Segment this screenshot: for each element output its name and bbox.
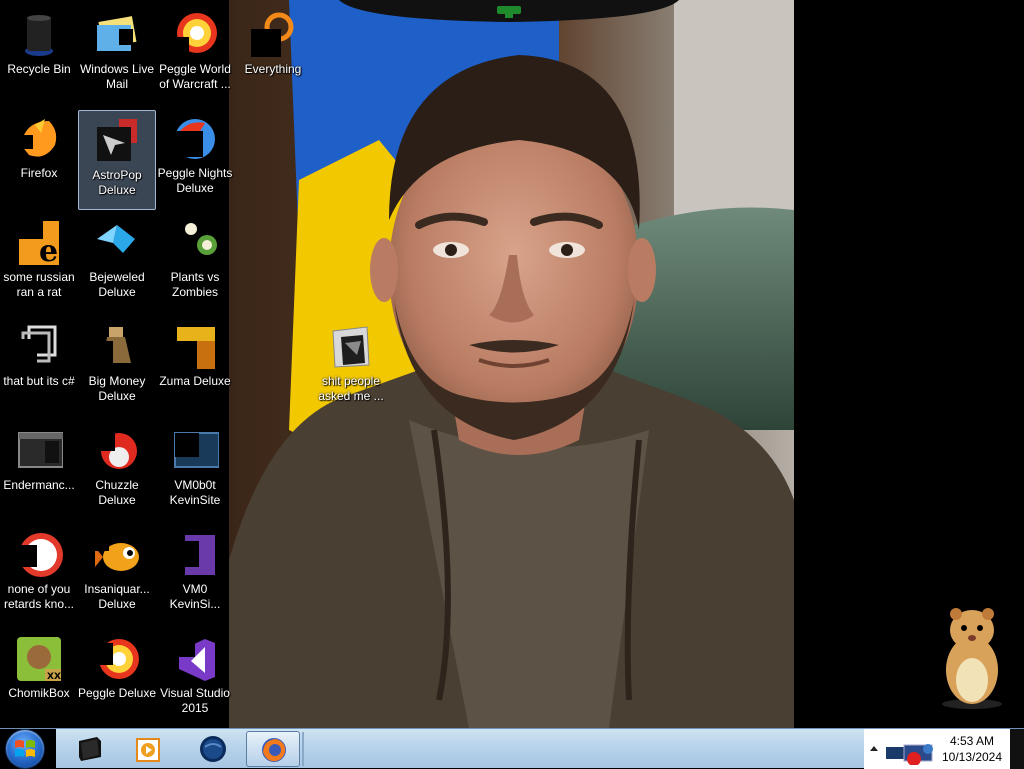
vm0b0t-kevinsite-icon (171, 427, 219, 475)
astropop-deluxe-icon (93, 117, 141, 165)
java-file-icon: e (15, 219, 63, 267)
desktop-icon-plants-vs-zombies[interactable]: Plants vs Zombies (156, 212, 234, 312)
recycle-bin-icon (15, 11, 63, 59)
svg-text:e: e (39, 234, 58, 267)
insaniquarium-deluxe-icon (93, 531, 141, 579)
firefox-icon (262, 738, 286, 762)
vm0-kevinsite-icon (171, 531, 219, 579)
icon-label: AstroPop Deluxe (92, 168, 142, 197)
shortcut-file-icon (15, 323, 63, 371)
desktop-icon-chomikbox[interactable]: XX ChomikBox (0, 628, 78, 728)
desktop-icon-windows-live-mail[interactable]: Windows Live Mail (78, 4, 156, 104)
icon-label: Recycle Bin (7, 62, 71, 76)
show-desktop-button[interactable] (1010, 729, 1024, 769)
desktop-icon-vm0-kevinsite[interactable]: VM0 KevinSi... (156, 524, 234, 624)
icon-label: that but its c# (3, 374, 75, 388)
icon-label: VM0b0t KevinSite (169, 478, 221, 507)
icon-label: Everything (244, 62, 302, 76)
none-of-you-app-icon (15, 531, 63, 579)
icon-label: Chuzzle Deluxe (95, 478, 139, 507)
taskbar-button-windows-media-player[interactable] (122, 731, 176, 767)
icon-label: Peggle Nights Deluxe (157, 166, 233, 195)
desktop-icon-none-of-you[interactable]: none of you retards kno... (0, 524, 78, 624)
icon-label: none of you retards kno... (3, 582, 75, 611)
icon-label: Peggle World of Warcraft ... (159, 62, 231, 91)
peggle-nights-deluxe-icon (171, 115, 219, 163)
icon-label: VM0 KevinSi... (169, 582, 221, 611)
command-prompt-icon (79, 737, 101, 761)
visual-studio-2015-icon (171, 635, 219, 683)
top-gadget-bar (339, 0, 679, 22)
svg-text:XX: XX (47, 672, 61, 682)
chuzzle-deluxe-icon (93, 427, 141, 475)
desktop-icon-visual-studio-2015[interactable]: Visual Studio 2015 (156, 628, 234, 728)
desktop-icon-endermanch[interactable]: Endermanc... (0, 420, 78, 520)
icon-label: Insaniquar... Deluxe (84, 582, 150, 611)
icon-label: Firefox (20, 166, 58, 180)
icon-label: Zuma Deluxe (159, 374, 231, 388)
desktop-icon-insaniquarium-deluxe[interactable]: Insaniquar... Deluxe (78, 524, 156, 624)
icon-label: Big Money Deluxe (88, 374, 146, 403)
desktop-icon-peggle-world-of-warcraft[interactable]: Peggle World of Warcraft ... (156, 4, 234, 104)
show-hidden-icons-arrow-icon[interactable] (868, 743, 880, 755)
folder-icon (327, 323, 375, 371)
icon-label: ChomikBox (8, 686, 70, 700)
desktop-icon-peggle-nights-deluxe[interactable]: Peggle Nights Deluxe (156, 108, 234, 208)
desktop-icon-zuma-deluxe[interactable]: Zuma Deluxe (156, 316, 234, 416)
firefox-icon (15, 115, 63, 163)
globe-browser-icon (200, 736, 226, 762)
everything-search-icon (249, 11, 297, 59)
system-clock[interactable]: 4:53 AM 10/13/2024 (937, 733, 1007, 765)
icon-label: Endermanc... (3, 478, 75, 492)
clock-time: 4:53 AM (949, 734, 995, 748)
desktop-icon-big-money-deluxe[interactable]: Big Money Deluxe (78, 316, 156, 416)
peggle-deluxe-icon (93, 635, 141, 683)
chomikbox-icon: XX (15, 635, 63, 683)
desktop-icon-firefox[interactable]: Firefox (0, 108, 78, 208)
taskbar-divider (302, 732, 304, 766)
tray-icons-cluster[interactable] (884, 737, 936, 765)
desktop-icon-some-russian-ran-a-rat[interactable]: e some russian ran a rat (0, 212, 78, 312)
big-money-deluxe-icon (93, 323, 141, 371)
desktop-icon-everything[interactable]: Everything (234, 4, 312, 104)
taskbar-button-command-prompt[interactable] (62, 731, 116, 767)
icon-label: some russian ran a rat (3, 270, 75, 299)
windows-start-orb-icon[interactable] (6, 730, 44, 768)
plants-vs-zombies-icon (171, 219, 219, 267)
bejeweled-deluxe-icon (93, 219, 141, 267)
icon-label: Peggle Deluxe (77, 686, 157, 700)
desktop-icon-astropop-deluxe[interactable]: AstroPop Deluxe (78, 110, 156, 210)
icon-label: Bejeweled Deluxe (89, 270, 145, 299)
peggle-world-of-warcraft-icon (171, 11, 219, 59)
desktop-icon-that-but-its-csharp[interactable]: that but its c# (0, 316, 78, 416)
icon-label: Visual Studio 2015 (160, 686, 230, 715)
desktop-icon-bejeweled-deluxe[interactable]: Bejeweled Deluxe (78, 212, 156, 312)
hamster-desktop-pet[interactable] (930, 600, 1010, 710)
endermanch-app-icon (15, 427, 63, 475)
windows-live-mail-icon (93, 11, 141, 59)
taskbar: 4:53 AM 10/13/2024 (0, 728, 1024, 769)
icon-label: Plants vs Zombies (170, 270, 220, 299)
zuma-deluxe-icon (171, 323, 219, 371)
desktop-icon-recycle-bin[interactable]: Recycle Bin (0, 4, 78, 104)
desktop-icon-vm0b0t-kevinsite[interactable]: VM0b0t KevinSite (156, 420, 234, 520)
windows-media-player-icon (136, 738, 160, 762)
taskbar-button-firefox[interactable] (246, 731, 300, 767)
taskbar-button-globe-browser[interactable] (186, 731, 240, 767)
desktop-icon-chuzzle-deluxe[interactable]: Chuzzle Deluxe (78, 420, 156, 520)
desktop-icon-peggle-deluxe[interactable]: Peggle Deluxe (78, 628, 156, 728)
icon-label: shit people asked me ... (318, 374, 384, 403)
icon-label: Windows Live Mail (79, 62, 155, 91)
clock-date: 10/13/2024 (941, 750, 1003, 764)
desktop-icon-folder-shit-people-asked-me[interactable]: shit people asked me ... (312, 316, 390, 416)
